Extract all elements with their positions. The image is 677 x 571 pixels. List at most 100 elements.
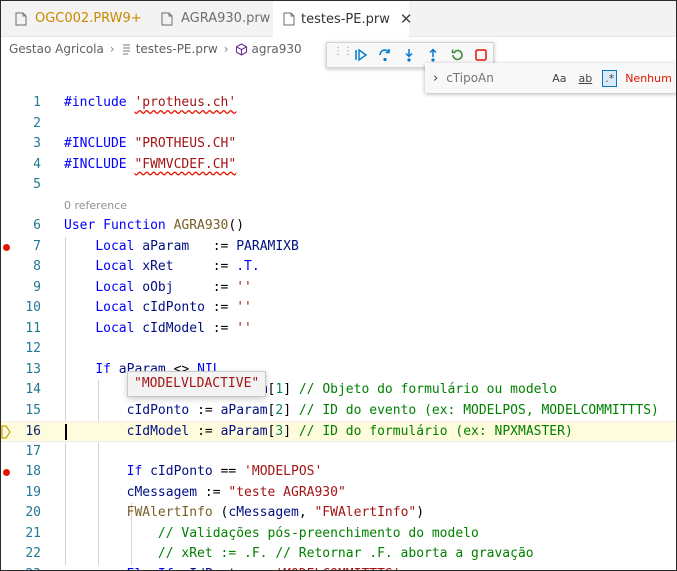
- breadcrumb-folder[interactable]: Gestao Agricola: [9, 42, 104, 56]
- code-token: cIdPonto: [126, 402, 198, 418]
- code-token: '': [236, 279, 252, 295]
- breadcrumb-symbol[interactable]: agra930: [252, 42, 302, 56]
- code-token: cIdPonto: [150, 464, 221, 479]
- code-token: oObj: [142, 279, 213, 295]
- code-token: #include: [64, 95, 135, 110]
- code-text: // Validações pós-preenchimento do model…: [64, 524, 479, 545]
- tab-label: testes-PE.prw: [301, 11, 390, 27]
- step-into-icon[interactable]: [401, 47, 417, 63]
- line-number: 5: [33, 177, 41, 192]
- code-token: :=: [212, 320, 237, 336]
- tab-ogc002[interactable]: OGC002.PRW 9+: [5, 1, 153, 36]
- chevron-right-icon[interactable]: ›: [433, 71, 438, 86]
- code-line: 19 cMessagem := "teste AGRA930": [1, 483, 676, 504]
- code-token: 1: [275, 382, 284, 397]
- code-line: 10 Local cIdPonto := '': [1, 298, 676, 319]
- code-token: aParam: [220, 402, 268, 418]
- line-number: 10: [25, 300, 41, 315]
- code-token: ,: [298, 505, 315, 520]
- line-number: 11: [25, 320, 41, 336]
- code-line: 9 Local oObj := '': [1, 278, 676, 299]
- code-token: .T.: [236, 259, 260, 274]
- code-token: 3: [275, 424, 284, 439]
- regex-toggle[interactable]: .*: [602, 69, 618, 87]
- code-token: aParam: [142, 238, 213, 254]
- code-token: FWAlertInfo: [126, 505, 221, 520]
- line-number: 16: [25, 424, 41, 439]
- whole-word-toggle[interactable]: ab: [576, 71, 594, 86]
- code-token: Local: [95, 320, 143, 336]
- drag-handle-icon[interactable]: ⋮⋮: [333, 47, 353, 62]
- close-icon[interactable]: ✕: [400, 10, 413, 28]
- code-text: Local cIdPonto := '': [64, 298, 252, 319]
- hover-tooltip: "MODELVLDACTIVE": [127, 371, 267, 397]
- code-text: cMessagem := "teste AGRA930": [64, 483, 346, 504]
- find-input[interactable]: [446, 67, 547, 89]
- code-line: 7 Local aParam := PARAMIXB: [1, 237, 676, 258]
- code-text: // xRet := .F. // Retornar .F. aborta a …: [64, 544, 534, 565]
- code-token: :=: [212, 300, 237, 315]
- code-token: Local: [95, 279, 143, 295]
- code-token: AGRA930: [173, 218, 229, 233]
- breadcrumb-file[interactable]: testes-PE.prw: [136, 42, 218, 56]
- function-symbol-icon: [235, 42, 248, 56]
- code-line: 12: [1, 339, 676, 360]
- code-text: #INCLUDE "FWMVCDEF.CH": [64, 155, 236, 176]
- text-cursor: [65, 424, 67, 440]
- code-token: If: [126, 464, 151, 479]
- code-token: // Validações pós-preenchimento do model…: [157, 525, 479, 541]
- line-number: 8: [33, 259, 41, 274]
- match-case-toggle[interactable]: Aa: [550, 71, 568, 86]
- code-token: 'MODELCOMMITTTS': [275, 567, 400, 571]
- stop-icon[interactable]: [473, 47, 489, 63]
- tab-label: AGRA930.prw: [181, 11, 271, 26]
- code-line: 4 #INCLUDE "FWMVCDEF.CH": [1, 155, 676, 176]
- code-token: "teste AGRA930": [228, 484, 346, 500]
- code-token: User Function: [64, 218, 174, 233]
- codelens-references[interactable]: 0 reference: [64, 199, 127, 212]
- restart-icon[interactable]: [449, 47, 465, 63]
- code-text: User Function AGRA930(): [64, 216, 244, 237]
- line-number: 13: [25, 361, 41, 377]
- code-line: 18 If cIdPonto == 'MODELPOS': [1, 462, 676, 483]
- code-token: // ID do formulário (ex: NPXMASTER): [298, 424, 573, 439]
- line-number: 3: [33, 136, 41, 151]
- code-token: cMessagem: [228, 505, 299, 520]
- code-line: 8 Local xRet := .T.: [1, 257, 676, 278]
- code-token: cIdPonto: [181, 567, 251, 571]
- code-line: 15 cIdPonto := aParam[2] // ID do evento…: [1, 401, 676, 422]
- line-number: 7: [33, 238, 41, 254]
- code-token: // Objeto do formulário ou modelo: [298, 382, 558, 397]
- line-number: 2: [33, 115, 41, 131]
- tab-testes-pe[interactable]: testes-PE.prw ✕: [273, 1, 412, 37]
- code-text: cIdModel := aParam[3] // ID do formulári…: [64, 422, 573, 443]
- continue-icon[interactable]: [353, 47, 369, 63]
- code-line: 5: [1, 175, 676, 196]
- code-token: :=: [204, 484, 229, 500]
- code-token: :=: [197, 424, 221, 439]
- code-text: Local cIdModel := '': [64, 319, 252, 340]
- code-token: cIdModel: [126, 424, 198, 439]
- step-out-icon[interactable]: [425, 47, 441, 63]
- code-token: xRet: [142, 259, 213, 274]
- line-number: 4: [33, 156, 41, 172]
- code-token: '': [236, 320, 252, 336]
- line-number: 12: [25, 341, 41, 356]
- file-icon: [159, 11, 175, 27]
- code-text: #include 'protheus.ch': [64, 93, 236, 114]
- code-editor[interactable]: 1 #include 'protheus.ch' 2 3 #INCLUDE "PROTH…: [1, 93, 676, 571]
- code-token: :=: [212, 279, 237, 295]
- code-token: // xRet := .F. // Retornar .F. aborta a …: [157, 546, 534, 561]
- tab-agra930[interactable]: AGRA930.prw: [151, 1, 279, 36]
- step-over-icon[interactable]: [377, 47, 393, 63]
- code-token: ): [416, 505, 425, 520]
- code-token: "FWAlertInfo": [314, 505, 417, 520]
